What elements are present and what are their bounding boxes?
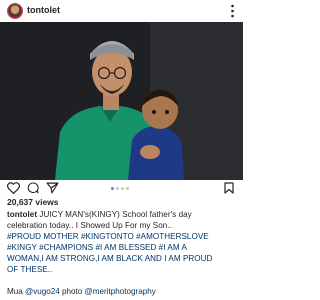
caption-line: tontolet JUICY MAN's(KINGY) School fathe…: [7, 210, 239, 221]
comment-icon[interactable]: [27, 182, 39, 194]
caption-hashtags[interactable]: WOMAN,I AM STRONG,I AM BLACK AND I AM PR…: [7, 254, 239, 265]
credit-mid: photo: [62, 287, 83, 296]
credit-prefix: Mua: [7, 287, 23, 296]
caption-hashtags[interactable]: OF THESE..: [7, 265, 239, 276]
carousel-dot: [121, 187, 124, 190]
photo-illustration: [0, 22, 243, 180]
avatar[interactable]: [8, 4, 22, 18]
more-vertical-icon[interactable]: [231, 4, 234, 18]
caption-line: celebration today.. I Showed Up For my S…: [7, 220, 172, 230]
makeup-artist-mention[interactable]: @vugo24: [25, 287, 60, 296]
photo-credit: Mua @vugo24 photo @meritphotography: [7, 287, 156, 296]
photographer-mention[interactable]: @meritphotography: [85, 287, 156, 296]
post-username[interactable]: tontolet: [27, 5, 60, 15]
carousel-dot: [111, 187, 114, 190]
post-header: tontolet: [0, 0, 243, 22]
post-actions: [0, 180, 243, 196]
carousel-indicator: [111, 187, 129, 190]
carousel-dot: [126, 187, 129, 190]
post-photo[interactable]: [0, 22, 243, 180]
caption-hashtags[interactable]: #KINGY #CHAMPIONS #I AM BLESSED #I AM A: [7, 243, 239, 254]
caption-username[interactable]: tontolet: [7, 210, 37, 219]
carousel-dot: [116, 187, 119, 190]
share-icon[interactable]: [46, 182, 59, 194]
caption-hashtags[interactable]: #PROUD MOTHER #KINGTONTO #AMOTHERSLOVE: [7, 232, 239, 243]
heart-icon[interactable]: [7, 182, 20, 194]
bookmark-icon[interactable]: [224, 182, 234, 194]
view-count: 20,637 views: [7, 197, 59, 207]
post-caption: tontolet JUICY MAN's(KINGY) School fathe…: [7, 210, 239, 275]
caption-text: JUICY MAN's(KINGY) School father's day: [39, 210, 192, 219]
